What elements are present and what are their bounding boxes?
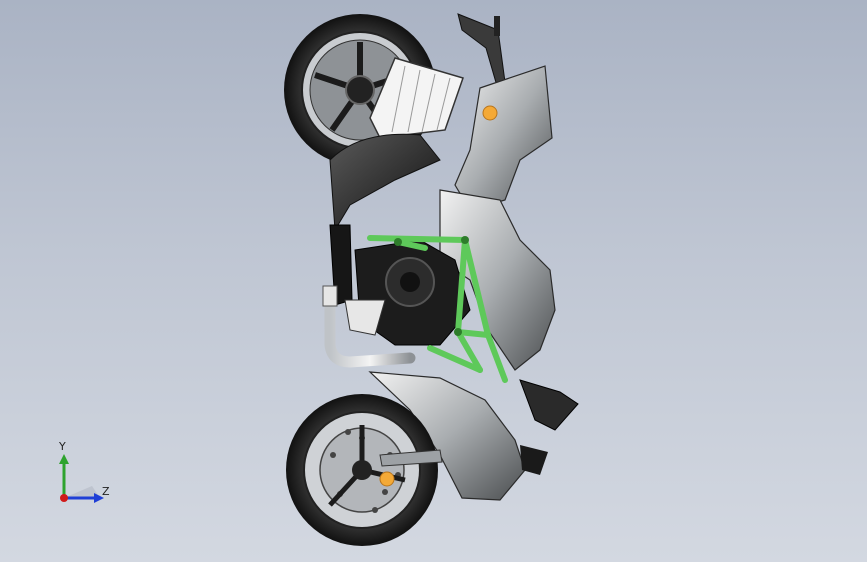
upper-fairing[interactable] [454, 65, 553, 211]
rear-fender[interactable] [329, 133, 441, 232]
graphics-viewport[interactable]: Y Z [0, 0, 867, 562]
axis-triad-icon [59, 454, 104, 503]
front-wheel[interactable] [286, 394, 438, 546]
marker-point[interactable] [379, 471, 395, 487]
z-axis-label: Z [102, 485, 110, 498]
y-axis-label: Y [59, 440, 66, 453]
axis-triad: Y Z [40, 436, 130, 526]
motorcycle-model-icon[interactable] [0, 0, 867, 562]
marker-point[interactable] [482, 105, 498, 121]
